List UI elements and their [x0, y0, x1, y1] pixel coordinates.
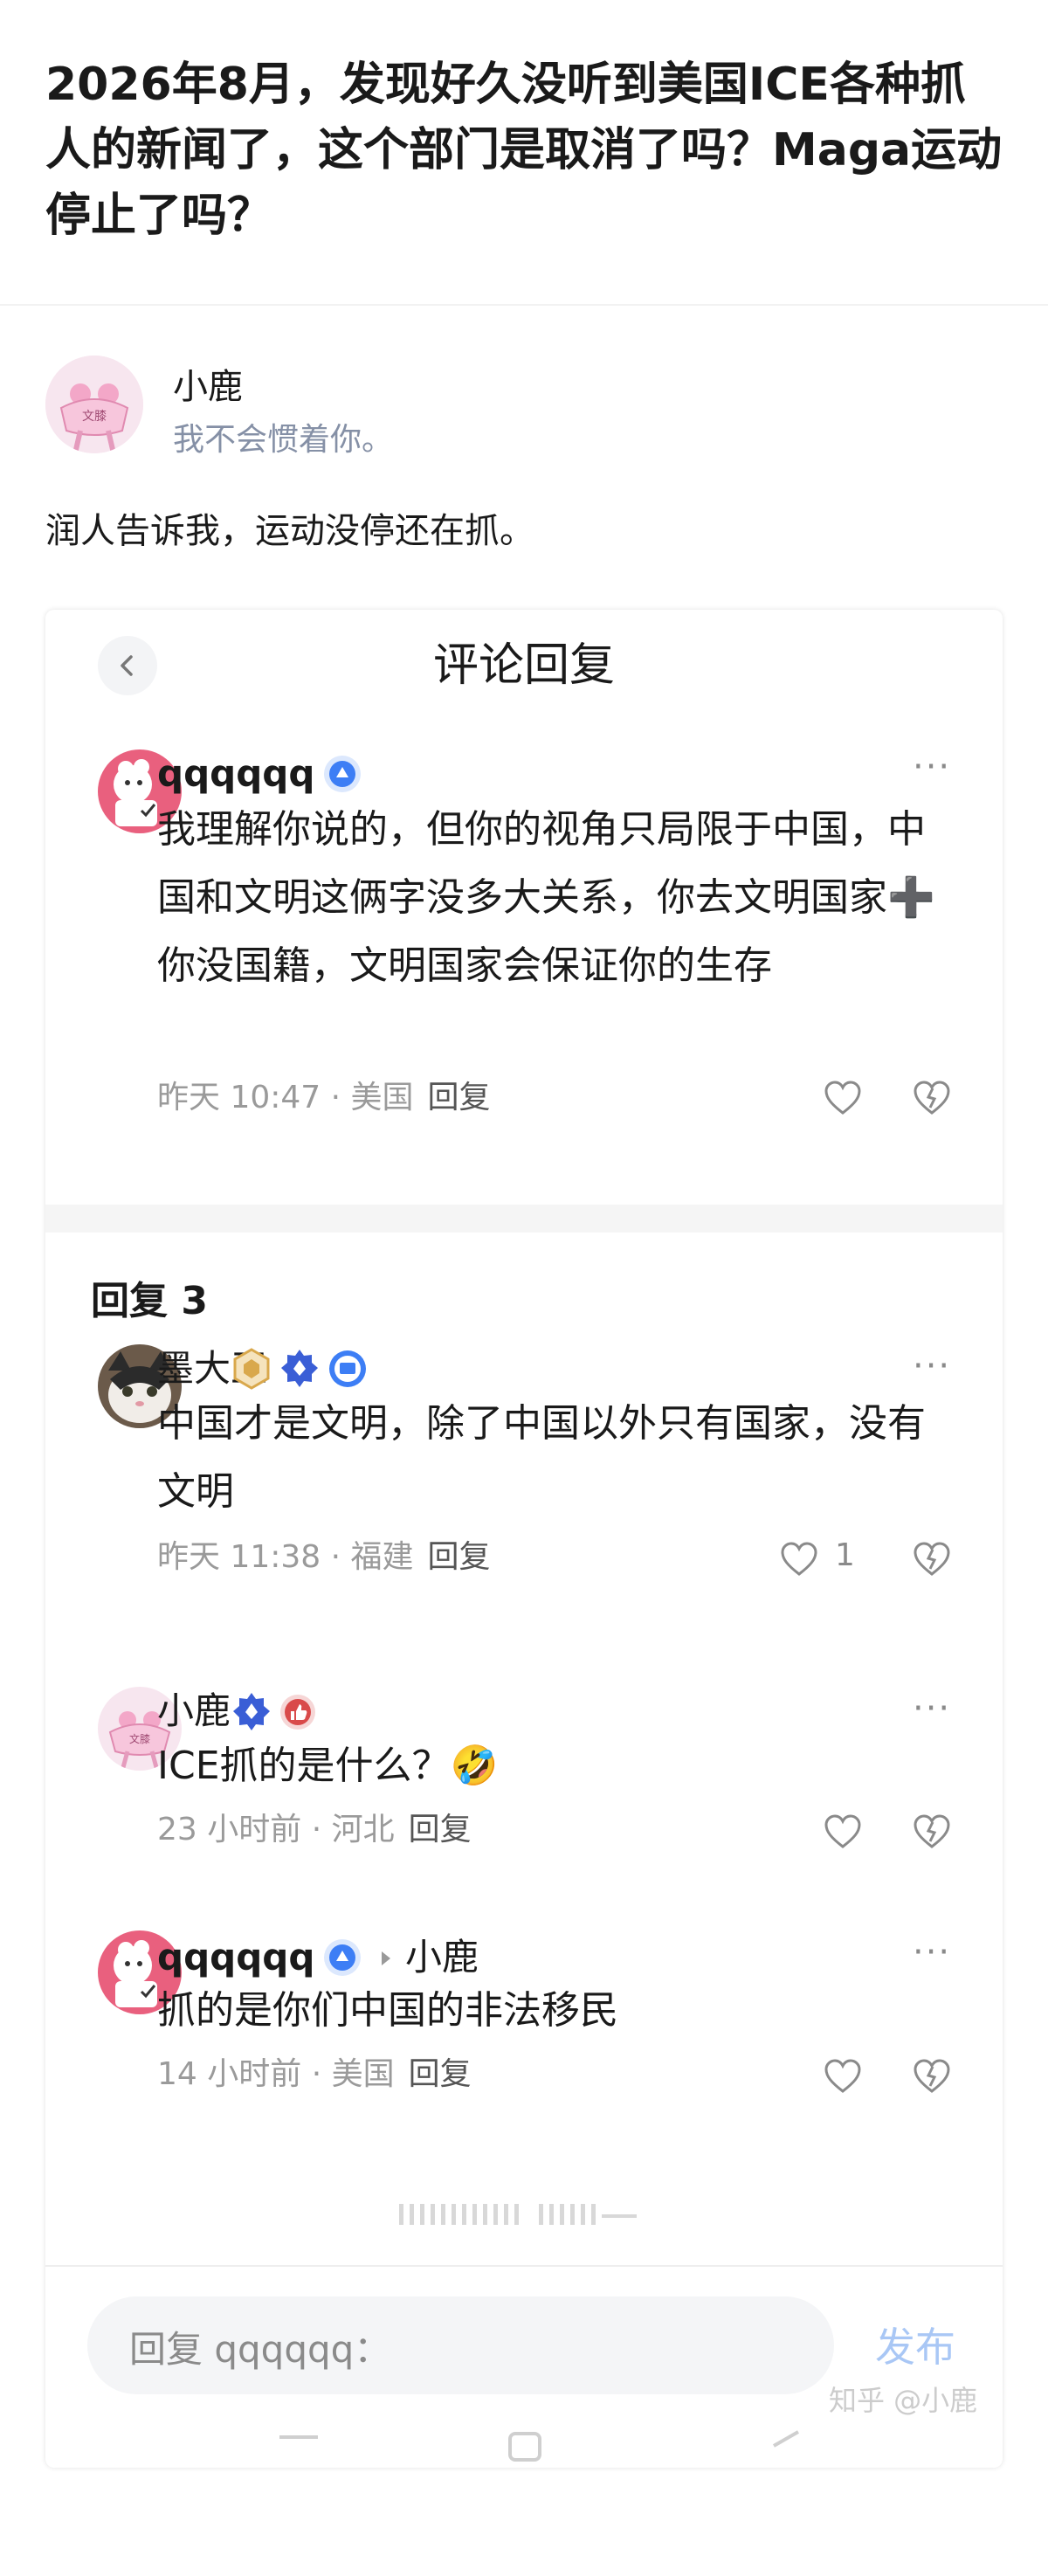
reply-link[interactable]: 回复 — [428, 1539, 491, 1575]
reply-meta: 14 小时前 · 美国 回复 — [157, 2053, 472, 2096]
section-gap — [45, 1205, 1003, 1233]
home-nav-icon — [508, 2432, 541, 2462]
heart-icon[interactable] — [823, 2058, 863, 2095]
comment-text: 我理解你说的，但你的视角只局限于中国，中国和文明这俩字没多大关系，你去文明国家➕… — [157, 807, 935, 988]
comment-username[interactable]: qqqqqq — [157, 749, 314, 798]
message-badge-icon — [329, 1350, 366, 1387]
watermark: 知乎 @小鹿 — [829, 2384, 978, 2417]
comment-time-location: 昨天 10:47 · 美国 — [157, 1080, 414, 1115]
back-nav-icon — [773, 2430, 799, 2448]
reply-meta: 昨天 11:38 · 福建 回复 — [157, 1536, 491, 1579]
loading-indicator — [399, 2204, 637, 2225]
reply-text: 抓的是你们中国的非法移民 — [157, 1988, 618, 2033]
svg-text:文膝: 文膝 — [129, 1732, 150, 1745]
reply-input[interactable]: 回复 qqqqqq： — [87, 2296, 834, 2394]
reply-link[interactable]: 回复 — [409, 2056, 472, 2092]
reply-to-arrow-icon — [382, 1951, 390, 1965]
broken-heart-icon[interactable] — [912, 2058, 952, 2095]
broken-heart-icon[interactable] — [912, 1080, 952, 1116]
divider — [0, 304, 1048, 306]
thumbs-up-badge-icon — [280, 1695, 315, 1730]
comment-reply-screenshot: 评论回复 qqqqqq ··· 我理解你说的，但你的视角只局限于中国，中国和文明… — [45, 610, 1003, 2468]
divider — [45, 2265, 1003, 2267]
publish-button[interactable]: 发布 — [875, 2316, 955, 2373]
reply-count: 回复 3 — [91, 1279, 208, 1323]
panel-title: 评论回复 — [432, 639, 615, 692]
more-options-icon[interactable]: ··· — [913, 1935, 951, 1970]
heart-icon[interactable] — [823, 1080, 863, 1116]
more-options-icon[interactable]: ··· — [913, 1691, 951, 1726]
reply-time-location: 昨天 11:38 · 福建 — [157, 1539, 414, 1575]
system-nav-bar — [279, 2430, 799, 2462]
reply-input-placeholder: 回复 qqqqqq： — [129, 2328, 391, 2371]
reply-text: ICE抓的是什么？🤣 — [157, 1744, 499, 1788]
reply-time-location: 14 小时前 · 美国 — [157, 2056, 395, 2092]
menu-nav-icon — [279, 2435, 318, 2439]
level-badge-icon — [233, 1348, 270, 1390]
heart-icon[interactable] — [779, 1541, 819, 1578]
reply-time-location: 23 小时前 · 河北 — [157, 1812, 395, 1847]
reply-link[interactable]: 回复 — [409, 1812, 472, 1847]
author-name[interactable]: 小鹿 — [173, 358, 243, 409]
reply-username[interactable]: qqqqqq — [157, 1933, 314, 1982]
question-title[interactable]: 2026年8月，发现好久没听到美国ICE各种抓人的新闻了，这个部门是取消了吗？M… — [45, 52, 1006, 249]
more-options-icon[interactable]: ··· — [913, 1349, 951, 1384]
reply-username[interactable]: 小鹿 — [157, 1687, 231, 1736]
reply-link[interactable]: 回复 — [428, 1080, 491, 1115]
star-badge-icon — [233, 1693, 270, 1730]
more-options-icon[interactable]: ··· — [913, 749, 951, 784]
heart-icon[interactable] — [823, 1813, 863, 1850]
reply-meta: 23 小时前 · 河北 回复 — [157, 1808, 472, 1852]
author-avatar[interactable]: 文膝 — [45, 356, 143, 453]
answer-text: 润人告诉我，运动没停还在抓。 — [45, 511, 534, 551]
verified-badge-icon — [324, 756, 361, 792]
author-bio: 我不会惯着你。 — [173, 422, 394, 458]
comment-meta: 昨天 10:47 · 美国 回复 — [157, 1076, 491, 1120]
broken-heart-icon[interactable] — [912, 1813, 952, 1850]
like-count: 1 — [835, 1537, 855, 1573]
reply-text: 中国才是文明，除了中国以外只有国家，没有文明 — [157, 1401, 926, 1514]
reply-to-username[interactable]: 小鹿 — [405, 1933, 479, 1982]
svg-text:文膝: 文膝 — [82, 410, 107, 424]
broken-heart-icon[interactable] — [912, 1541, 952, 1578]
verified-badge-icon — [324, 1939, 361, 1976]
star-badge-icon — [281, 1350, 318, 1387]
